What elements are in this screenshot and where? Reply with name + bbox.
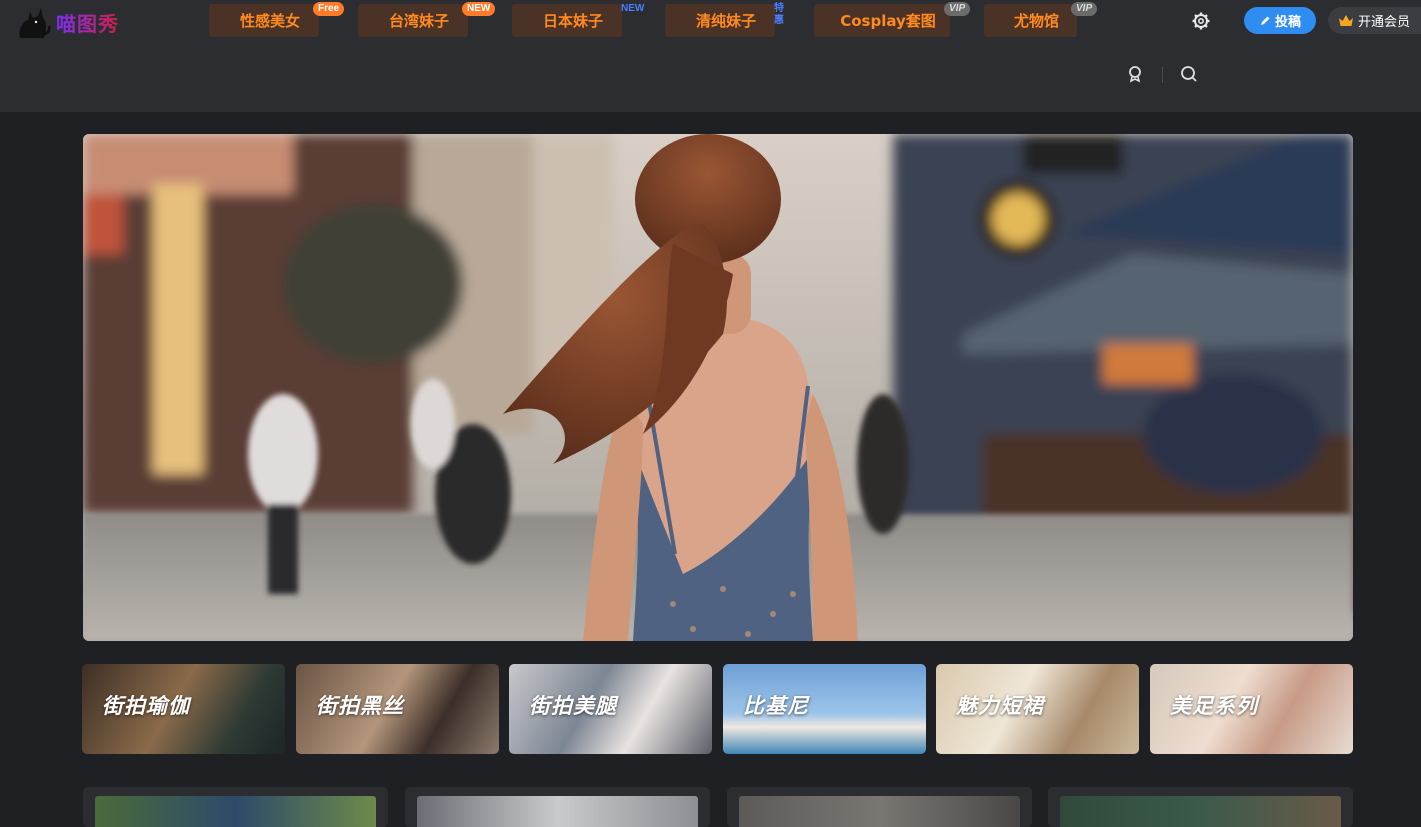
nav-badge-free: Free xyxy=(313,2,345,16)
post-thumbnail xyxy=(95,796,376,827)
search-button[interactable] xyxy=(1178,63,1200,85)
nav-item-japan[interactable]: 日本妹子 NEW xyxy=(512,3,644,37)
nav-badge-vip: VIP xyxy=(1071,2,1098,16)
site-header: 喵图秀 性感美女 Free 台湾妹子 NEW 日本妹子 NEW 清纯妹子 特惠 … xyxy=(0,0,1421,112)
hero-image xyxy=(83,134,1353,641)
nav-badge-new: NEW xyxy=(462,2,496,16)
post-card[interactable] xyxy=(83,787,388,827)
category-label: 比基尼 xyxy=(743,694,809,718)
nav-item-label: 性感美女 xyxy=(239,12,300,30)
nav-item-cosplay[interactable]: Cosplay套图 VIP xyxy=(814,2,971,37)
category-tile-street-yoga[interactable]: 街拍瑜伽 xyxy=(82,664,285,754)
site-logo[interactable]: 喵图秀 xyxy=(14,4,119,40)
submit-post-label: 投稿 xyxy=(1274,15,1301,30)
cat-logo-icon xyxy=(19,8,51,38)
join-vip-label: 开通会员 xyxy=(1358,15,1411,30)
post-card[interactable] xyxy=(1048,787,1353,827)
post-card[interactable] xyxy=(727,787,1032,827)
nav-badge-special: 特惠 xyxy=(774,3,784,26)
site-logo-text: 喵图秀 xyxy=(56,8,119,37)
category-tile-street-black-stockings[interactable]: 街拍黑丝 xyxy=(296,664,499,754)
nav-item-label: 尤物馆 xyxy=(1013,12,1059,30)
pencil-icon xyxy=(1260,16,1270,25)
nav-item-sexy[interactable]: 性感美女 Free xyxy=(209,2,345,37)
gear-icon xyxy=(1192,12,1210,30)
post-thumbnail xyxy=(1060,796,1341,827)
post-thumbnail xyxy=(739,796,1020,827)
user-icon xyxy=(1129,66,1141,83)
post-card[interactable] xyxy=(405,787,710,827)
category-label: 街拍美腿 xyxy=(529,694,617,718)
submit-post-button[interactable]: 投稿 xyxy=(1244,7,1316,34)
nav-item-label: Cosplay套图 xyxy=(840,12,936,30)
nav-item-pure[interactable]: 清纯妹子 特惠 xyxy=(665,3,784,37)
search-icon xyxy=(1181,66,1197,82)
nav-item-label: 清纯妹子 xyxy=(695,12,756,30)
post-thumbnail xyxy=(417,796,698,827)
nav-item-label: 日本妹子 xyxy=(542,12,603,30)
join-vip-button[interactable]: 开通会员 xyxy=(1328,7,1421,34)
category-tile-feet[interactable]: 美足系列 xyxy=(1150,664,1353,754)
nav-badge-new: NEW xyxy=(621,3,645,14)
category-tile-street-legs[interactable]: 街拍美腿 xyxy=(509,664,712,754)
crown-icon xyxy=(1339,15,1353,26)
nav-item-label: 台湾妹子 xyxy=(388,12,449,30)
user-button[interactable] xyxy=(1124,63,1146,85)
category-label: 魅力短裙 xyxy=(956,694,1044,718)
header-divider xyxy=(1162,67,1163,83)
category-label: 美足系列 xyxy=(1170,694,1258,718)
category-tile-bikini[interactable]: 比基尼 xyxy=(723,664,926,754)
hero-banner[interactable] xyxy=(83,134,1353,641)
nav-item-taiwan[interactable]: 台湾妹子 NEW xyxy=(358,2,496,37)
category-tile-short-skirt[interactable]: 魅力短裙 xyxy=(936,664,1139,754)
settings-button[interactable] xyxy=(1187,7,1215,35)
category-label: 街拍瑜伽 xyxy=(102,694,190,718)
nav-item-beauty-hall[interactable]: 尤物馆 VIP xyxy=(984,2,1098,37)
nav-badge-vip: VIP xyxy=(944,2,971,16)
category-label: 街拍黑丝 xyxy=(316,694,404,718)
